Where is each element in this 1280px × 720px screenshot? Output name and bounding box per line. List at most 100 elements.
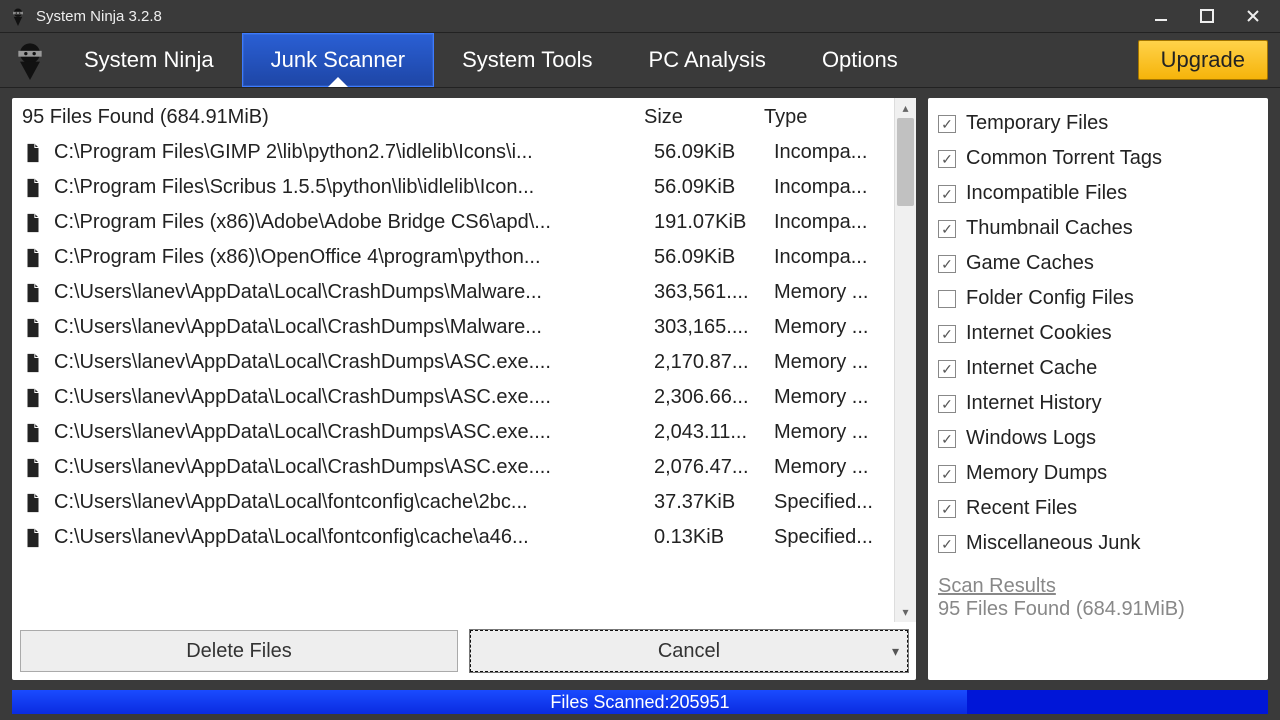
column-header-type[interactable]: Type	[764, 106, 884, 129]
column-header-found[interactable]: 95 Files Found (684.91MiB)	[22, 106, 644, 129]
category-label: Game Caches	[966, 246, 1094, 281]
file-type: Memory ...	[774, 415, 894, 450]
table-row[interactable]: C:\Program Files (x86)\Adobe\Adobe Bridg…	[22, 205, 894, 240]
scrollbar-vertical[interactable]: ▴ ▾	[894, 98, 916, 622]
category-label: Windows Logs	[966, 421, 1096, 456]
main-area: 95 Files Found (684.91MiB) Size Type C:\…	[0, 88, 1280, 686]
category-label: Incompatible Files	[966, 176, 1127, 211]
file-size: 56.09KiB	[654, 170, 774, 205]
file-size: 37.37KiB	[654, 485, 774, 520]
category-row[interactable]: Game Caches	[938, 246, 1258, 281]
checkbox[interactable]	[938, 325, 956, 343]
table-row[interactable]: C:\Users\lanev\AppData\Local\fontconfig\…	[22, 485, 894, 520]
category-row[interactable]: Internet History	[938, 386, 1258, 421]
tab-system-ninja[interactable]: System Ninja	[56, 33, 242, 87]
minimize-button[interactable]	[1138, 1, 1184, 31]
table-row[interactable]: C:\Users\lanev\AppData\Local\CrashDumps\…	[22, 345, 894, 380]
table-row[interactable]: C:\Users\lanev\AppData\Local\CrashDumps\…	[22, 450, 894, 485]
checkbox[interactable]	[938, 395, 956, 413]
file-path: C:\Users\lanev\AppData\Local\fontconfig\…	[54, 520, 654, 555]
checkbox[interactable]	[938, 535, 956, 553]
file-icon	[22, 352, 44, 374]
table-row[interactable]: C:\Users\lanev\AppData\Local\CrashDumps\…	[22, 310, 894, 345]
category-row[interactable]: Internet Cookies	[938, 316, 1258, 351]
action-row: Delete Files Cancel ▾	[12, 622, 916, 680]
table-row[interactable]: C:\Users\lanev\AppData\Local\CrashDumps\…	[22, 275, 894, 310]
checkbox[interactable]	[938, 430, 956, 448]
table-row[interactable]: C:\Program Files (x86)\OpenOffice 4\prog…	[22, 240, 894, 275]
checkbox[interactable]	[938, 465, 956, 483]
category-row[interactable]: Incompatible Files	[938, 176, 1258, 211]
scroll-thumb[interactable]	[897, 118, 914, 206]
table-row[interactable]: C:\Users\lanev\AppData\Local\fontconfig\…	[22, 520, 894, 555]
category-row[interactable]: Miscellaneous Junk	[938, 526, 1258, 561]
table-row[interactable]: C:\Program Files\GIMP 2\lib\python2.7\id…	[22, 135, 894, 170]
progress-area: Files Scanned: 205951	[0, 686, 1280, 720]
titlebar: System Ninja 3.2.8	[0, 0, 1280, 32]
checkbox[interactable]	[938, 185, 956, 203]
upgrade-button[interactable]: Upgrade	[1138, 40, 1268, 80]
window-title: System Ninja 3.2.8	[36, 8, 162, 25]
category-row[interactable]: Common Torrent Tags	[938, 141, 1258, 176]
categories-panel: Temporary FilesCommon Torrent TagsIncomp…	[928, 98, 1268, 680]
delete-files-button[interactable]: Delete Files	[20, 630, 458, 672]
category-row[interactable]: Folder Config Files	[938, 281, 1258, 316]
chevron-down-icon[interactable]: ▾	[892, 643, 907, 660]
category-row[interactable]: Memory Dumps	[938, 456, 1258, 491]
file-size: 303,165....	[654, 310, 774, 345]
checkbox[interactable]	[938, 500, 956, 518]
file-path: C:\Users\lanev\AppData\Local\CrashDumps\…	[54, 345, 654, 380]
category-label: Internet History	[966, 386, 1102, 421]
close-button[interactable]	[1230, 1, 1276, 31]
file-path: C:\Users\lanev\AppData\Local\CrashDumps\…	[54, 310, 654, 345]
scroll-up-icon[interactable]: ▴	[895, 98, 916, 118]
file-icon	[22, 177, 44, 199]
file-type: Memory ...	[774, 345, 894, 380]
app-logo	[4, 33, 56, 87]
file-type: Incompa...	[774, 135, 894, 170]
category-label: Folder Config Files	[966, 281, 1134, 316]
file-icon	[22, 317, 44, 339]
column-header-size[interactable]: Size	[644, 106, 764, 129]
category-row[interactable]: Internet Cache	[938, 351, 1258, 386]
cancel-button[interactable]: Cancel ▾	[470, 630, 908, 672]
category-row[interactable]: Windows Logs	[938, 421, 1258, 456]
file-size: 0.13KiB	[654, 520, 774, 555]
category-label: Common Torrent Tags	[966, 141, 1162, 176]
checkbox[interactable]	[938, 150, 956, 168]
category-row[interactable]: Temporary Files	[938, 106, 1258, 141]
tab-options[interactable]: Options	[794, 33, 926, 87]
app-icon	[8, 6, 28, 26]
file-icon	[22, 142, 44, 164]
table-row[interactable]: C:\Program Files\Scribus 1.5.5\python\li…	[22, 170, 894, 205]
checkbox[interactable]	[938, 255, 956, 273]
cancel-label: Cancel	[658, 640, 720, 663]
checkbox[interactable]	[938, 360, 956, 378]
file-type: Incompa...	[774, 240, 894, 275]
file-size: 2,306.66...	[654, 380, 774, 415]
maximize-button[interactable]	[1184, 1, 1230, 31]
menubar: System Ninja Junk ScannerSystem ToolsPC …	[0, 32, 1280, 88]
category-row[interactable]: Thumbnail Caches	[938, 211, 1258, 246]
scan-results-count: 95 Files Found (684.91MiB)	[928, 598, 1268, 629]
file-path: C:\Program Files (x86)\Adobe\Adobe Bridg…	[54, 205, 654, 240]
checkbox[interactable]	[938, 115, 956, 133]
category-label: Miscellaneous Junk	[966, 526, 1141, 561]
scan-results-link[interactable]: Scan Results	[928, 575, 1268, 598]
file-icon	[22, 212, 44, 234]
file-type: Incompa...	[774, 205, 894, 240]
checkbox[interactable]	[938, 220, 956, 238]
checkbox[interactable]	[938, 290, 956, 308]
category-row[interactable]: Recent Files	[938, 491, 1258, 526]
tab-system-tools[interactable]: System Tools	[434, 33, 620, 87]
scroll-down-icon[interactable]: ▾	[895, 602, 916, 622]
table-row[interactable]: C:\Users\lanev\AppData\Local\CrashDumps\…	[22, 380, 894, 415]
tab-junk-scanner[interactable]: Junk Scanner	[242, 33, 435, 87]
file-size: 191.07KiB	[654, 205, 774, 240]
category-label: Internet Cache	[966, 351, 1097, 386]
tab-pc-analysis[interactable]: PC Analysis	[621, 33, 794, 87]
file-list-panel: 95 Files Found (684.91MiB) Size Type C:\…	[12, 98, 916, 680]
file-icon	[22, 492, 44, 514]
progress-bar: Files Scanned: 205951	[12, 690, 1268, 714]
table-row[interactable]: C:\Users\lanev\AppData\Local\CrashDumps\…	[22, 415, 894, 450]
